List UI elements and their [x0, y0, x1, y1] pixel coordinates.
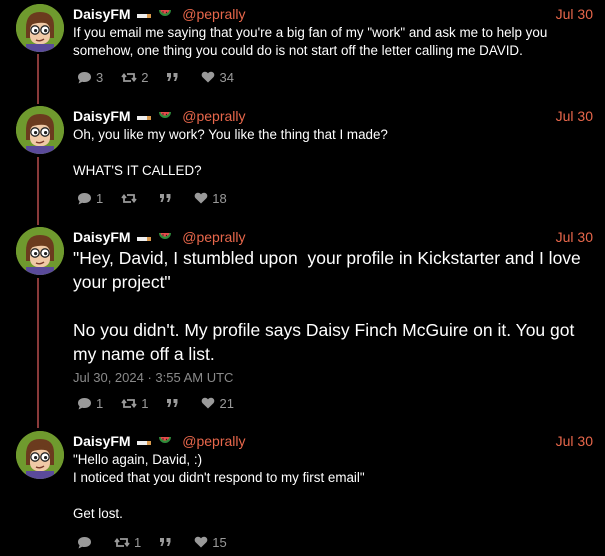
- display-name[interactable]: DaisyFM: [73, 108, 131, 124]
- reply-icon: [77, 192, 92, 205]
- repost-button[interactable]: 1: [117, 396, 148, 411]
- like-button[interactable]: 34: [197, 69, 234, 85]
- repost-icon: [121, 192, 137, 205]
- reply-button[interactable]: 1: [73, 191, 103, 206]
- quote-icon: [159, 536, 172, 548]
- display-name[interactable]: DaisyFM: [73, 6, 131, 22]
- heart-icon: [201, 397, 215, 409]
- post-date[interactable]: Jul 30: [556, 4, 593, 24]
- repost-button[interactable]: [117, 192, 141, 205]
- repost-button[interactable]: 1: [110, 535, 141, 550]
- repost-button[interactable]: 2: [117, 70, 148, 85]
- post-date[interactable]: Jul 30: [556, 106, 593, 126]
- watermelon-emoji: [158, 432, 172, 452]
- reply-count: 1: [96, 395, 104, 411]
- post-timestamp[interactable]: Jul 30, 2024 · 3:55 AM UTC: [73, 370, 233, 385]
- display-name[interactable]: DaisyFM: [73, 433, 131, 449]
- repost-count: 1: [141, 395, 149, 411]
- watermelon-emoji: [158, 5, 172, 25]
- post-actions: 1 1 21: [73, 395, 248, 411]
- reply-icon: [77, 71, 92, 84]
- thread-line: [37, 278, 39, 428]
- thread-line: [37, 157, 39, 225]
- handle[interactable]: @peprally: [182, 6, 245, 22]
- avatar[interactable]: [16, 4, 64, 52]
- repost-icon: [121, 71, 137, 84]
- repost-icon: [114, 536, 130, 549]
- cigarette-emoji: [137, 107, 152, 127]
- handle[interactable]: @peprally: [182, 108, 245, 124]
- heart-icon: [194, 192, 208, 204]
- post-text: "Hello again, David, :) I noticed that y…: [73, 452, 365, 521]
- reply-icon: [77, 397, 92, 410]
- post-date[interactable]: Jul 30: [556, 431, 593, 451]
- avatar[interactable]: [16, 431, 64, 479]
- display-name[interactable]: DaisyFM: [73, 229, 131, 245]
- repost-icon: [121, 397, 137, 410]
- like-count: 15: [212, 534, 227, 550]
- thread-line: [37, 54, 39, 104]
- cigarette-emoji: [137, 5, 152, 25]
- heart-icon: [201, 71, 215, 83]
- quote-button[interactable]: [162, 397, 183, 409]
- quote-icon: [166, 397, 179, 409]
- like-count: 21: [219, 395, 234, 411]
- handle[interactable]: @peprally: [182, 433, 245, 449]
- reply-button[interactable]: 3: [73, 70, 103, 85]
- avatar[interactable]: [16, 106, 64, 154]
- reply-icon: [77, 536, 92, 549]
- quote-icon: [166, 71, 179, 83]
- like-count: 34: [219, 69, 234, 85]
- reply-count: 1: [96, 190, 104, 206]
- post-text: If you email me saying that you're a big…: [73, 25, 552, 58]
- watermelon-emoji: [158, 107, 172, 127]
- post-date[interactable]: Jul 30: [556, 227, 593, 247]
- cigarette-emoji: [137, 432, 152, 452]
- post-actions: 1 15: [73, 534, 241, 550]
- like-button[interactable]: 18: [190, 190, 227, 206]
- quote-button[interactable]: [155, 192, 176, 204]
- reply-count: 3: [96, 69, 104, 85]
- avatar[interactable]: [16, 227, 64, 275]
- like-button[interactable]: 21: [197, 395, 234, 411]
- quote-button[interactable]: [155, 536, 176, 548]
- post-text: Oh, you like my work? You like the thing…: [73, 127, 388, 178]
- post-actions: 3 2 34: [73, 69, 248, 85]
- post-text: "Hey, David, I stumbled upon your profil…: [73, 248, 581, 364]
- like-count: 18: [212, 190, 227, 206]
- reply-button[interactable]: 1: [73, 396, 103, 411]
- quote-button[interactable]: [162, 71, 183, 83]
- repost-count: 1: [134, 534, 142, 550]
- reply-button[interactable]: [73, 536, 96, 549]
- post-actions: 1 18: [73, 190, 241, 206]
- quote-icon: [159, 192, 172, 204]
- repost-count: 2: [141, 69, 149, 85]
- like-button[interactable]: 15: [190, 534, 227, 550]
- handle[interactable]: @peprally: [182, 229, 245, 245]
- heart-icon: [194, 536, 208, 548]
